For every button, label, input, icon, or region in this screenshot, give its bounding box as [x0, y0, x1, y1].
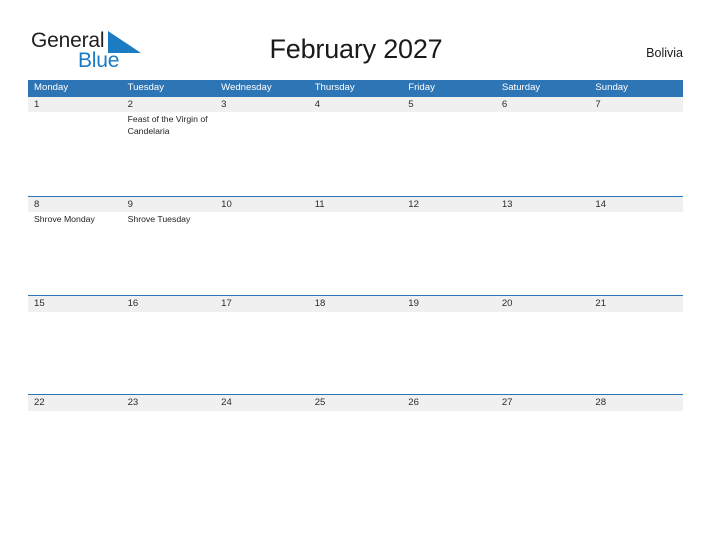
calendar-week-row: 22 23 24 25 26 27 28 — [28, 394, 683, 494]
day-number[interactable]: 14 — [589, 197, 683, 213]
day-events-cell[interactable] — [402, 411, 496, 493]
week-date-band: 15 16 17 18 19 20 21 — [28, 296, 683, 312]
day-events-cell[interactable] — [496, 312, 590, 394]
day-events-cell[interactable] — [402, 112, 496, 194]
event-label: Shrove Monday — [34, 214, 95, 225]
weekday-header-thursday: Thursday — [314, 82, 355, 93]
weekday-header-row: Monday Tuesday Wednesday Thursday Friday… — [28, 80, 683, 97]
calendar-week-row: 15 16 17 18 19 20 21 — [28, 295, 683, 395]
week-event-band — [28, 312, 683, 394]
week-event-band — [28, 411, 683, 493]
day-number[interactable]: 21 — [589, 296, 683, 312]
day-number[interactable]: 23 — [122, 395, 216, 411]
day-number[interactable]: 25 — [309, 395, 403, 411]
day-events-cell[interactable] — [215, 411, 309, 493]
day-events-cell[interactable] — [496, 112, 590, 194]
day-events-cell[interactable] — [122, 411, 216, 493]
calendar-week-row: 8 9 10 11 12 13 14 Shrove Monday Shrove Tuesday — [28, 195, 683, 296]
day-events-cell[interactable] — [589, 112, 683, 194]
region-label: Bolivia — [646, 46, 683, 60]
day-events-cell[interactable] — [122, 312, 216, 394]
day-events-cell[interactable]: Feast of the Virgin of Candelaria — [122, 112, 216, 194]
day-events-cell[interactable] — [589, 212, 683, 294]
weekday-header-friday: Friday — [408, 82, 435, 93]
day-number[interactable]: 4 — [309, 97, 403, 113]
day-number[interactable]: 6 — [496, 97, 590, 113]
day-events-cell[interactable]: Shrove Tuesday — [122, 212, 216, 294]
day-number[interactable]: 12 — [402, 197, 496, 213]
event-label: Feast of the Virgin of Candelaria — [127, 114, 208, 136]
day-number[interactable]: 18 — [309, 296, 403, 312]
week-event-band: Feast of the Virgin of Candelaria — [28, 112, 683, 194]
day-events-cell[interactable] — [309, 411, 403, 493]
day-events-cell[interactable] — [402, 312, 496, 394]
day-events-cell[interactable] — [28, 312, 122, 394]
day-events-cell[interactable]: Shrove Monday — [28, 212, 122, 294]
calendar-grid: Monday Tuesday Wednesday Thursday Friday… — [28, 80, 683, 494]
weekday-header-sunday: Sunday — [595, 82, 628, 93]
event-label: Shrove Tuesday — [127, 214, 191, 225]
day-events-cell[interactable] — [215, 312, 309, 394]
calendar-week-row: 1 2 3 4 5 6 7 Feast of the Virgin of Candelaria — [28, 96, 683, 196]
day-number[interactable]: 17 — [215, 296, 309, 312]
day-number[interactable]: 10 — [215, 197, 309, 213]
day-number[interactable]: 5 — [402, 97, 496, 113]
day-number[interactable]: 3 — [215, 97, 309, 113]
day-events-cell[interactable] — [28, 411, 122, 493]
weekday-header-monday: Monday — [34, 82, 69, 93]
day-number[interactable]: 20 — [496, 296, 590, 312]
day-number[interactable]: 11 — [309, 197, 403, 213]
day-number[interactable]: 24 — [215, 395, 309, 411]
day-events-cell[interactable] — [589, 312, 683, 394]
weekday-header-tuesday: Tuesday — [127, 82, 165, 93]
day-number[interactable]: 2 — [122, 97, 216, 113]
day-events-cell[interactable] — [28, 112, 122, 194]
weekday-header-saturday: Saturday — [501, 82, 541, 93]
day-number[interactable]: 27 — [496, 395, 590, 411]
day-events-cell[interactable] — [402, 212, 496, 294]
week-event-band: Shrove Monday Shrove Tuesday — [28, 212, 683, 294]
day-number[interactable]: 16 — [122, 296, 216, 312]
day-events-cell[interactable] — [496, 411, 590, 493]
day-events-cell[interactable] — [215, 112, 309, 194]
day-number[interactable]: 19 — [402, 296, 496, 312]
week-date-band: 22 23 24 25 26 27 28 — [28, 395, 683, 411]
week-date-band: 1234567 — [28, 96, 683, 113]
day-number[interactable]: 7 — [589, 97, 683, 113]
day-events-cell[interactable] — [589, 411, 683, 493]
weekday-header-wednesday: Wednesday — [221, 82, 272, 93]
day-number[interactable]: 1 — [28, 97, 122, 113]
day-events-cell[interactable] — [309, 112, 403, 194]
day-events-cell[interactable] — [309, 212, 403, 294]
page-title: February 2027 — [269, 34, 443, 64]
week-date-band: 8 9 10 11 12 13 14 — [28, 196, 683, 213]
day-number[interactable]: 26 — [402, 395, 496, 411]
day-events-cell[interactable] — [496, 212, 590, 294]
day-number[interactable]: 13 — [496, 197, 590, 213]
day-events-cell[interactable] — [215, 212, 309, 294]
day-number[interactable]: 8 — [28, 197, 122, 213]
calendar-page: General Blue February 2027 Bolivia Monda… — [0, 0, 712, 550]
day-number[interactable]: 22 — [28, 395, 122, 411]
day-number[interactable]: 28 — [589, 395, 683, 411]
day-events-cell[interactable] — [309, 312, 403, 394]
day-number[interactable]: 15 — [28, 296, 122, 312]
day-number[interactable]: 9 — [122, 197, 216, 213]
page-header: General Blue February 2027 Bolivia — [0, 0, 712, 80]
calendar-weeks: 1 2 3 4 5 6 7 Feast of the Virgin of Candelaria… — [28, 96, 683, 494]
